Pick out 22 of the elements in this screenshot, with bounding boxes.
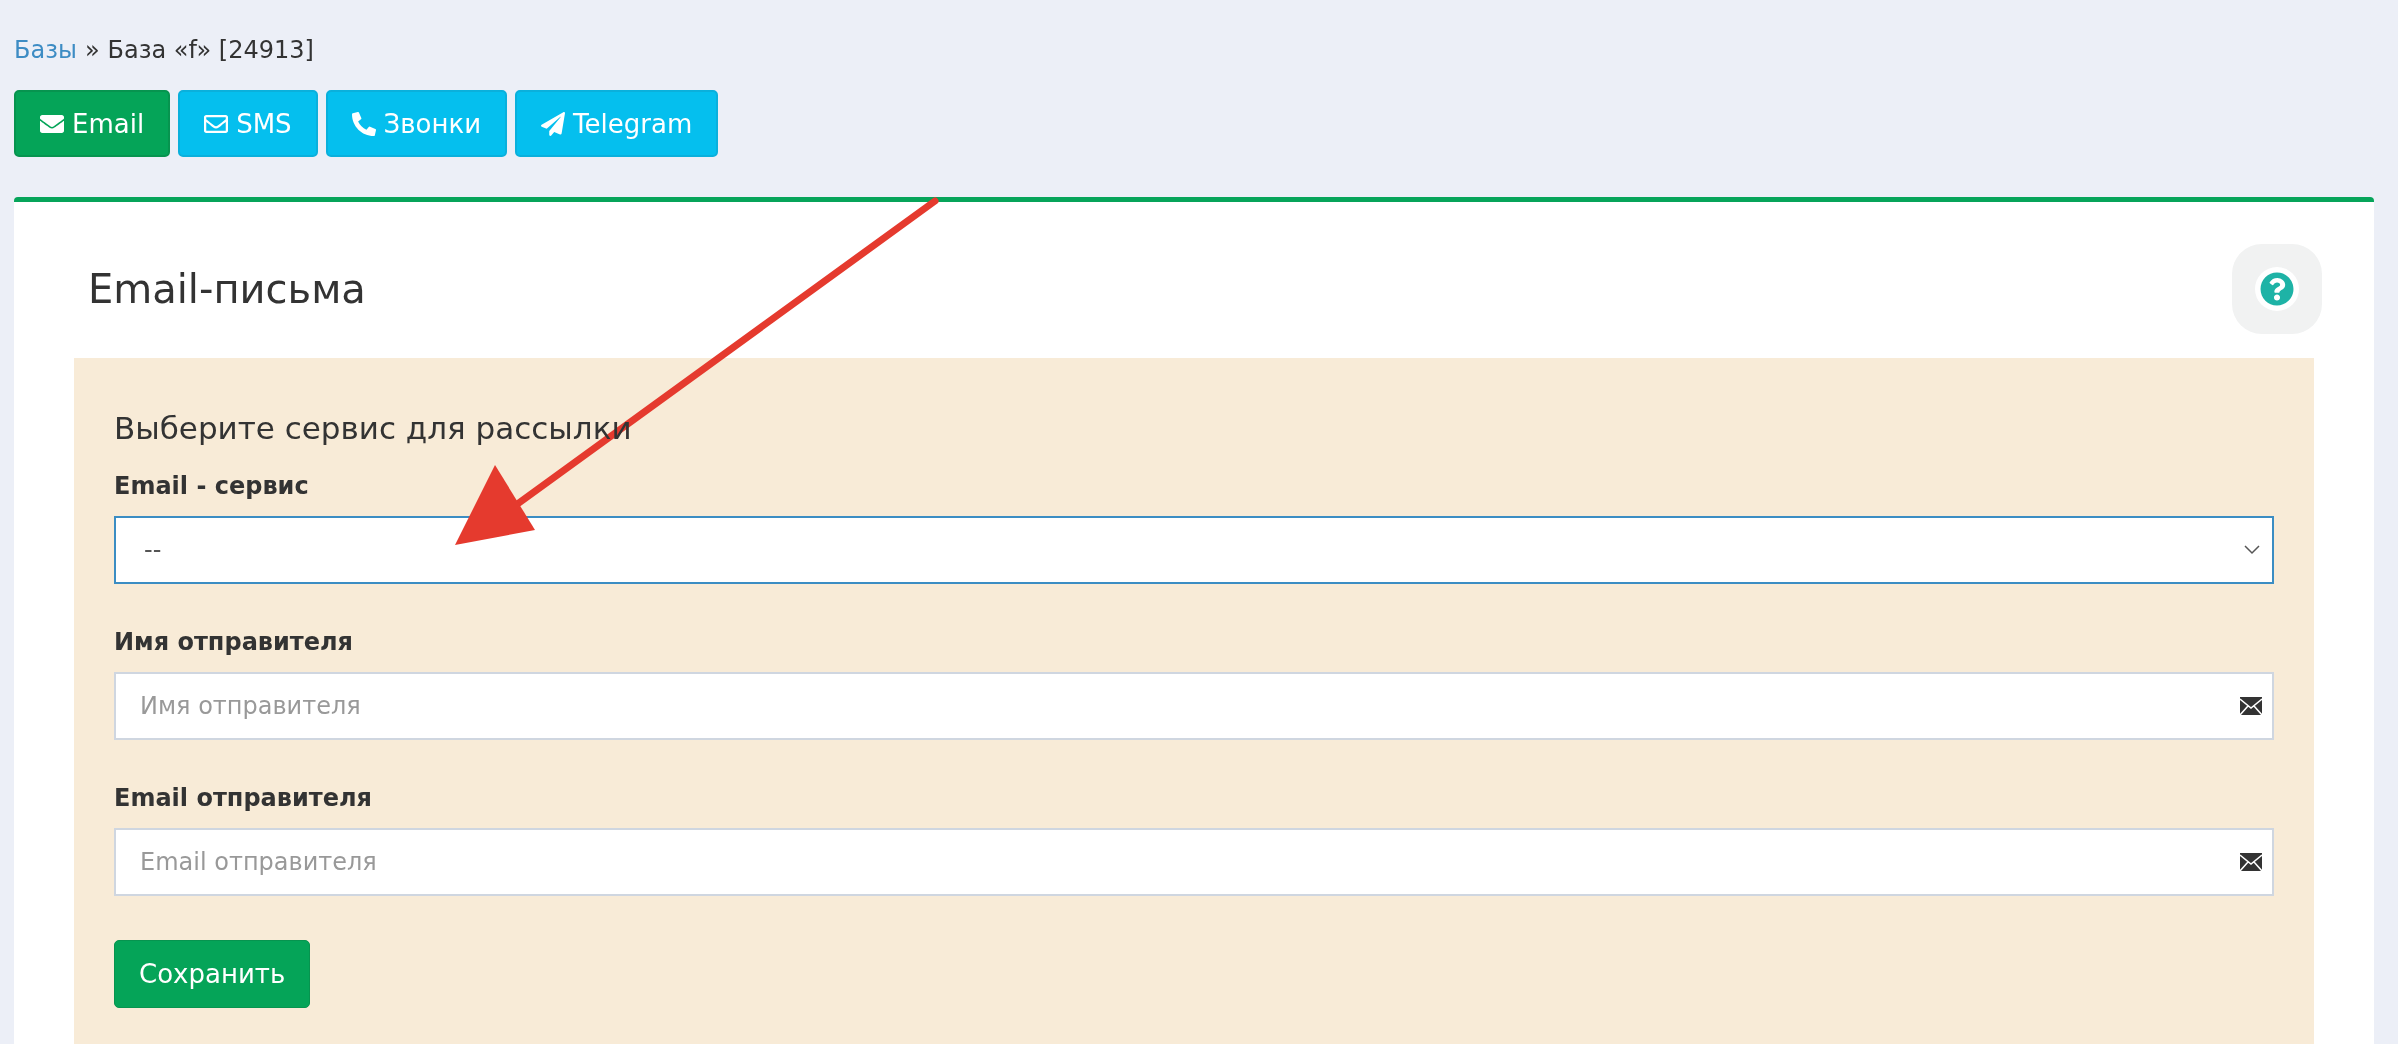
service-select[interactable]: --: [114, 516, 2274, 584]
field-label: Email - сервис: [114, 472, 310, 500]
channel-tab[interactable]: SMS: [178, 90, 318, 157]
paper-plane-icon: [541, 111, 566, 136]
help-button[interactable]: [2232, 244, 2322, 334]
breadcrumb-separator: »: [84, 36, 100, 64]
help-icon: [2255, 267, 2299, 311]
save-button[interactable]: Сохранить: [114, 940, 311, 1008]
card-title: Email-письма: [87, 266, 366, 312]
field-label: Имя отправителя: [114, 628, 354, 656]
channel-tab[interactable]: Звонки: [325, 90, 508, 157]
input-field[interactable]: Имя отправителя: [114, 672, 2274, 740]
field-label: Email отправителя: [114, 784, 373, 812]
input-field[interactable]: Email отправителя: [114, 828, 2274, 896]
breadcrumb-current: База «f» [24913]: [107, 36, 314, 64]
phone-icon: [351, 111, 376, 136]
chevron-down-icon: [2244, 545, 2260, 555]
envelope-icon: [2240, 853, 2262, 871]
channel-tab[interactable]: Telegram: [515, 90, 719, 157]
breadcrumb-link[interactable]: Базы: [14, 36, 77, 64]
channel-tab[interactable]: Email: [14, 90, 171, 157]
envelope-icon: [2240, 697, 2262, 715]
